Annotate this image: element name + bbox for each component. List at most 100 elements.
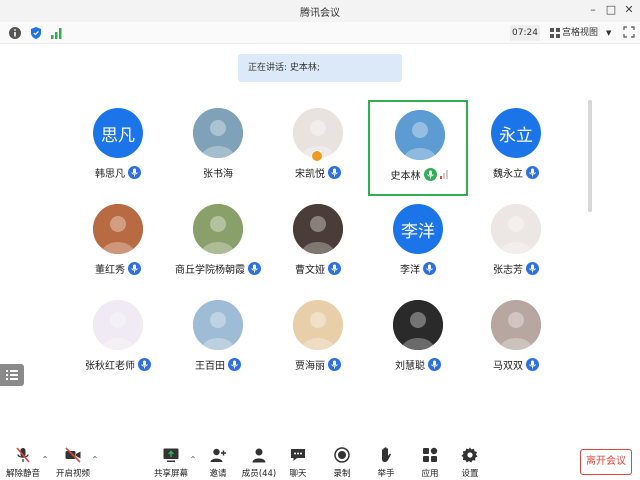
side-list-button[interactable] [0,364,24,386]
participant-tile[interactable]: 贾海丽 [268,292,368,388]
close-icon[interactable]: ✕ [622,3,636,17]
participant-tile[interactable]: 永立 魏永立 [466,100,566,196]
participant-tile[interactable]: 李洋 李洋 [368,196,468,292]
unmute-button[interactable]: 解除静音 [4,446,42,480]
participant-tile[interactable]: 思凡 韩思凡 [68,100,168,196]
share-screen-button[interactable]: 共享屏幕 [152,446,190,480]
avatar [193,108,243,158]
participant-name-row: 张秋红老师 [68,356,168,372]
scrollbar[interactable] [588,100,592,212]
record-button[interactable]: 录制 [328,446,356,480]
photo-avatar-icon [293,204,343,254]
meeting-timer: 07:24 [510,25,540,41]
participant-name-row: 贾海丽 [268,356,368,372]
maximize-icon[interactable]: □ [604,3,618,17]
mic-icon [526,357,539,371]
audio-level-icon [439,169,450,179]
mic-icon [428,357,441,371]
participant-tile[interactable]: 曹文娅 [268,196,368,292]
share-options-caret[interactable]: ⌃ [188,455,198,465]
avatar: 思凡 [93,108,143,158]
share-screen-label: 共享屏幕 [153,469,188,479]
participant-name-row: 商丘学院杨朝霞 [168,260,268,276]
participant-name: 马双双 [493,360,523,372]
participant-name: 魏永立 [493,168,523,180]
participant-tile[interactable]: 马双双 [466,292,566,388]
participant-name: 刘慧聪 [395,360,425,372]
minimize-icon[interactable]: – [586,3,600,17]
avatar [93,300,143,350]
invite-label: 邀请 [209,469,227,479]
participant-name: 张书海 [203,168,233,180]
members-button[interactable]: 成员(44) [240,446,278,480]
chat-icon [291,449,305,461]
audio-options-caret[interactable]: ⌃ [40,455,50,465]
mic-icon [526,261,539,275]
record-label: 录制 [333,469,351,479]
photo-avatar-icon [491,300,541,350]
avatar [93,204,143,254]
network-signal-icon[interactable] [50,26,64,40]
raise-hand-button[interactable]: 举手 [372,446,400,480]
photo-avatar-icon [193,108,243,158]
list-icon [6,370,18,380]
participant-name-row: 董红秀 [68,260,168,276]
mic-icon [526,165,539,179]
avatar [293,204,343,254]
participant-name: 李洋 [400,264,420,276]
grid-icon [550,28,560,38]
mic-muted-icon [16,447,30,463]
chat-button[interactable]: 聊天 [284,446,312,480]
participant-name: 董红秀 [95,264,125,276]
settings-button[interactable]: 设置 [456,446,484,480]
participant-name-row: 魏永立 [466,164,566,180]
view-mode-label: 宫格视图 [562,28,599,38]
participant-tile[interactable]: 张秋红老师 [68,292,168,388]
view-mode-dropdown[interactable]: 宫格视图 ▼ [548,25,616,41]
mic-icon [423,167,437,181]
avatar [393,300,443,350]
participant-name-row: 张书海 [168,164,268,180]
participant-tile[interactable]: 董红秀 [68,196,168,292]
avatar [395,110,445,160]
participant-name-row: 史本林 [370,166,470,182]
participant-tile[interactable]: 商丘学院杨朝霞 [168,196,268,292]
info-icon[interactable] [8,26,22,40]
participant-tile[interactable]: 王百田 [168,292,268,388]
chat-label: 聊天 [289,469,307,479]
participant-tile[interactable]: 张志芳 [466,196,566,292]
apps-button[interactable]: 应用 [416,446,444,480]
participant-name-row: 张志芳 [466,260,566,276]
participant-tile[interactable]: 宋凯悦 [268,100,368,196]
participant-name: 贾海丽 [295,360,325,372]
start-video-button[interactable]: 开启视频 [54,446,92,480]
participant-tile[interactable]: 刘慧聪 [368,292,468,388]
avatar [491,300,541,350]
mic-icon [328,357,341,371]
mic-icon [248,261,261,275]
photo-avatar-icon [293,300,343,350]
participant-name: 韩思凡 [95,168,125,180]
avatar: 李洋 [393,204,443,254]
participant-name: 张秋红老师 [85,360,135,372]
raise-hand-label: 举手 [377,469,395,479]
participant-name: 宋凯悦 [295,168,325,180]
hand-icon [382,447,391,462]
photo-avatar-icon [491,204,541,254]
shield-icon[interactable] [29,26,43,40]
participant-name-row: 刘慧聪 [368,356,468,372]
participant-tile[interactable]: 张书海 [168,100,268,196]
video-options-caret[interactable]: ⌃ [90,455,100,465]
mic-icon [328,165,341,179]
invite-button[interactable]: 邀请 [202,446,234,480]
leave-meeting-button[interactable]: 离开会议 [580,449,632,475]
settings-label: 设置 [461,469,479,479]
participant-tile[interactable]: 史本林 [368,100,468,196]
participant-name-row: 曹文娅 [268,260,368,276]
avatar [293,300,343,350]
fullscreen-icon[interactable] [623,26,635,38]
photo-avatar-icon [393,300,443,350]
apps-icon [423,447,438,462]
participant-name-row: 王百田 [168,356,268,372]
participant-name: 张志芳 [493,264,523,276]
